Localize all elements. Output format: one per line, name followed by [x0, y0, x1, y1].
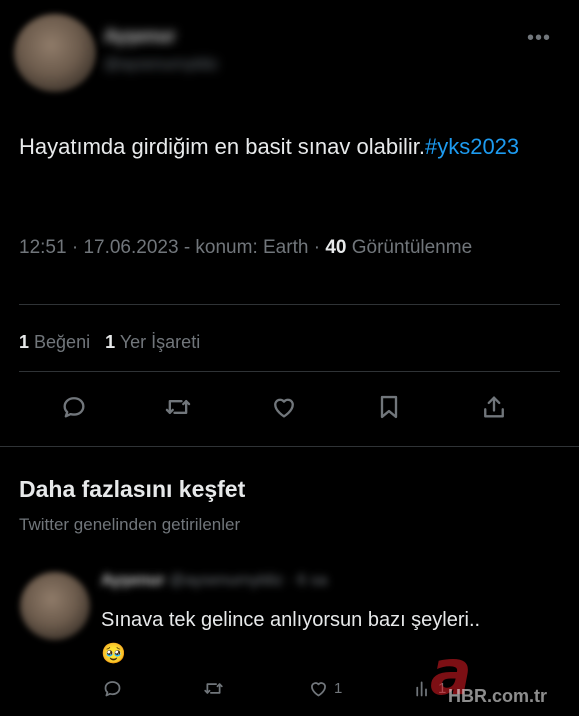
bookmark-icon — [380, 395, 398, 419]
bookmark-button[interactable] — [371, 387, 407, 427]
tweet-detail: Ayşenur @aysenurnyldiz ••• Hayatımda gir… — [0, 0, 579, 448]
tweet-actions — [0, 387, 579, 427]
like-button[interactable] — [266, 387, 302, 427]
divider — [19, 304, 560, 305]
retweet-button[interactable] — [160, 387, 196, 427]
like-count: 1 — [334, 679, 343, 697]
more-horizontal-icon[interactable]: ••• — [527, 28, 551, 48]
reply-author-handle[interactable]: @aysenurnyldiz — [169, 572, 283, 589]
avatar[interactable] — [14, 14, 96, 92]
author-name[interactable]: Ayşenur — [104, 26, 175, 47]
reply-icon — [63, 397, 85, 418]
tweet-body: Hayatımda girdiğim en basit sınav olabil… — [19, 134, 425, 159]
retweet-button[interactable] — [203, 673, 224, 703]
section-divider — [0, 446, 579, 447]
tweet-location: konum: Earth — [195, 237, 309, 258]
tweet-date[interactable]: 17.06.2023 — [83, 237, 178, 258]
reply-button[interactable] — [102, 673, 123, 703]
reply-author-name[interactable]: Ayşenur — [101, 572, 164, 589]
hashtag-link[interactable]: #yks2023 — [425, 134, 519, 159]
bookmarks-stat[interactable]: 1 Yer İşareti — [105, 332, 200, 352]
share-button[interactable] — [476, 387, 512, 427]
discover-title: Daha fazlasını keşfet — [19, 476, 246, 502]
engagement-stats: 1 Beğeni 1 Yer İşareti — [19, 332, 200, 353]
tweet-time[interactable]: 12:51 — [19, 237, 67, 258]
retweet-icon — [165, 400, 191, 414]
discover-subtitle: Twitter genelinden getirilenler — [19, 515, 241, 534]
reply-icon — [104, 680, 121, 696]
avatar[interactable] — [20, 572, 90, 640]
divider — [19, 371, 560, 372]
reply-button[interactable] — [56, 387, 92, 427]
views-label: Görüntülenme — [351, 237, 473, 258]
like-icon — [274, 398, 294, 418]
author-handle[interactable]: @aysenurnyldiz — [104, 56, 218, 74]
views-count: 40 — [325, 237, 347, 258]
reply-header: Ayşenur @aysenurnyldiz · 6 sa — [101, 572, 328, 589]
retweet-icon — [204, 682, 223, 694]
watermark-logo: a HBR.com.tr — [430, 636, 578, 714]
tweet-text: Hayatımda girdiğim en basit sınav olabil… — [19, 128, 539, 166]
like-icon — [311, 681, 326, 696]
reply-time[interactable]: 6 sa — [297, 572, 327, 589]
share-icon — [484, 396, 504, 418]
tweet-meta: 12:51 · 17.06.2023 - konum: Earth · 40 G… — [19, 237, 473, 258]
watermark-text: HBR.com.tr — [448, 686, 548, 706]
likes-stat[interactable]: 1 Beğeni — [19, 332, 90, 352]
like-button[interactable]: 1 — [308, 673, 342, 703]
